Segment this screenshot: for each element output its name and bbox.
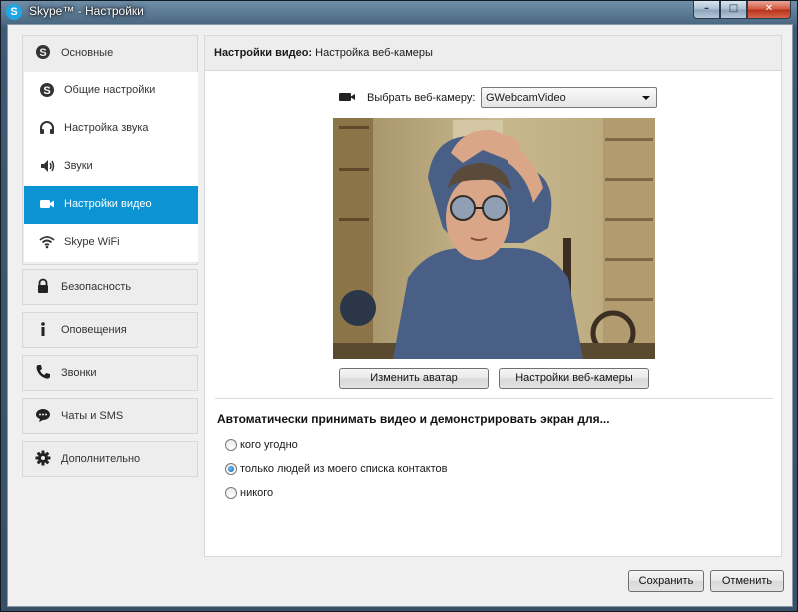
sidebar-item-label: Чаты и SMS — [61, 410, 124, 422]
sidebar-group-general: S Основные S Общие настройки Настройка з… — [22, 35, 198, 265]
sidebar-item-label: Skype WiFi — [64, 236, 120, 248]
sidebar-group-label: Основные — [61, 47, 114, 59]
sidebar-item-label: Звуки — [64, 160, 93, 172]
radio-label: никого — [240, 487, 274, 499]
radio-label: кого угодно — [240, 439, 298, 451]
sidebar-item-sounds[interactable]: Звуки — [24, 148, 198, 186]
lock-icon — [35, 278, 51, 296]
sidebar-item-calls[interactable]: Звонки — [22, 355, 198, 391]
skype-icon: S — [35, 44, 51, 62]
radio-label: только людей из моего списка контактов — [240, 463, 448, 475]
phone-icon — [35, 364, 51, 382]
panel-subtitle: Настройка веб-камеры — [312, 47, 433, 59]
video-camera-icon — [339, 93, 355, 101]
sidebar-item-label: Безопасность — [61, 281, 132, 293]
save-button[interactable]: Сохранить — [628, 570, 704, 592]
title-bar[interactable]: S Skype™ - Настройки – □ ✕ — [1, 1, 797, 23]
sidebar-item-video-settings[interactable]: Настройки видео — [24, 186, 198, 224]
close-button[interactable]: ✕ — [747, 1, 791, 19]
webcam-select-row: Выбрать веб-камеру: GWebcamVideo — [339, 87, 669, 109]
webcam-select-label: Выбрать веб-камеру: — [367, 92, 476, 104]
dropdown-arrow-icon — [642, 96, 650, 100]
panel-header: Настройки видео: Настройка веб-камеры — [205, 36, 781, 71]
sidebar-item-label: Дополнительно — [61, 453, 141, 465]
sidebar-item-label: Звонки — [61, 367, 97, 379]
sidebar-item-notifications[interactable]: Оповещения — [22, 312, 198, 348]
video-settings-panel: Настройки видео: Настройка веб-камеры Вы… — [204, 35, 782, 557]
window-title: Skype™ - Настройки — [29, 4, 144, 18]
sidebar-item-chats-sms[interactable]: Чаты и SMS — [22, 398, 198, 434]
radio-button[interactable] — [225, 487, 237, 499]
change-avatar-button[interactable]: Изменить аватар — [339, 368, 489, 389]
video-camera-icon — [38, 196, 56, 214]
sidebar-item-general-settings[interactable]: S Общие настройки — [24, 72, 198, 110]
skype-app-icon: S — [6, 4, 22, 20]
wifi-icon — [38, 234, 56, 252]
sidebar-item-security[interactable]: Безопасность — [22, 269, 198, 305]
maximize-button[interactable]: □ — [720, 1, 747, 19]
sidebar-item-label: Настройки видео — [64, 198, 152, 210]
webcam-preview-image — [333, 118, 655, 359]
webcam-settings-button[interactable]: Настройки веб-камеры — [499, 368, 649, 389]
svg-text:S: S — [43, 85, 50, 97]
sidebar-item-audio-settings[interactable]: Настройка звука — [24, 110, 198, 148]
webcam-dropdown[interactable]: GWebcamVideo — [481, 87, 657, 108]
auto-accept-title: Автоматически принимать видео и демонстр… — [217, 412, 610, 426]
section-divider — [215, 398, 773, 399]
client-area: S Основные S Общие настройки Настройка з… — [7, 24, 793, 607]
chat-icon — [35, 407, 51, 425]
sidebar-item-label: Оповещения — [61, 324, 127, 336]
sidebar-group-general-header[interactable]: S Основные — [23, 36, 197, 72]
sidebar-item-skype-wifi[interactable]: Skype WiFi — [24, 224, 198, 262]
info-icon — [35, 321, 51, 339]
radio-button[interactable] — [225, 439, 237, 451]
speaker-icon — [38, 158, 56, 176]
webcam-preview — [333, 118, 655, 359]
window-controls: – □ ✕ — [693, 1, 791, 19]
headset-icon — [38, 120, 56, 138]
cancel-button[interactable]: Отменить — [710, 570, 784, 592]
panel-title: Настройки видео: — [214, 47, 313, 59]
sidebar-item-label: Настройка звука — [64, 122, 149, 134]
sidebar-item-advanced[interactable]: Дополнительно — [22, 441, 198, 477]
webcam-dropdown-value: GWebcamVideo — [486, 92, 566, 104]
radio-button[interactable] — [225, 463, 237, 475]
sidebar-item-label: Общие настройки — [64, 84, 156, 96]
settings-window: S Skype™ - Настройки – □ ✕ S Основные S — [0, 0, 798, 612]
svg-text:S: S — [39, 47, 46, 59]
gear-icon — [35, 450, 51, 468]
minimize-button[interactable]: – — [693, 1, 720, 19]
skype-icon: S — [38, 82, 56, 100]
